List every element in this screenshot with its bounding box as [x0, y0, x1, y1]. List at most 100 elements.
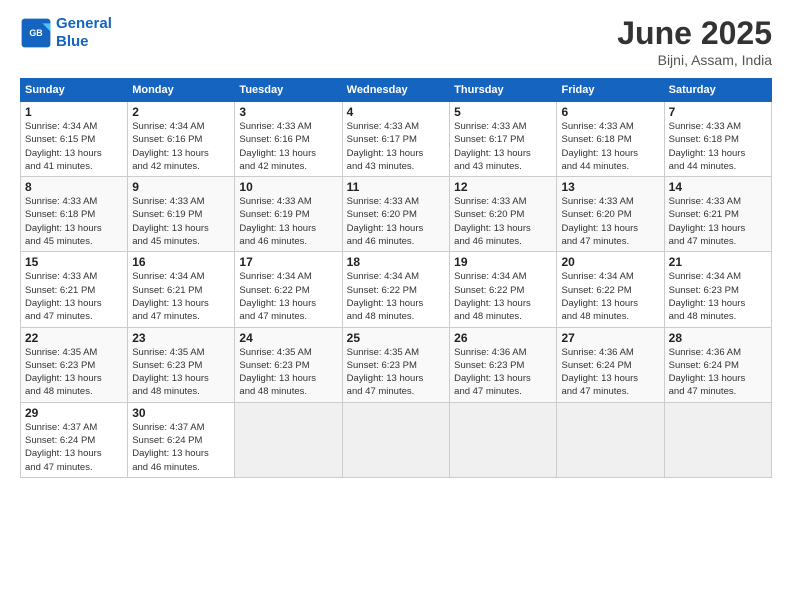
calendar-cell: 13 Sunrise: 4:33 AM Sunset: 6:20 PM Dayl… — [557, 177, 664, 252]
calendar-cell: 16 Sunrise: 4:34 AM Sunset: 6:21 PM Dayl… — [128, 252, 235, 327]
calendar-cell: 24 Sunrise: 4:35 AM Sunset: 6:23 PM Dayl… — [235, 327, 342, 402]
day-info: Sunrise: 4:33 AM Sunset: 6:18 PM Dayligh… — [25, 195, 123, 248]
location: Bijni, Assam, India — [617, 52, 772, 68]
logo-line1: General — [56, 15, 112, 32]
header-friday: Friday — [557, 79, 664, 102]
day-number: 1 — [25, 105, 123, 119]
day-info: Sunrise: 4:34 AM Sunset: 6:16 PM Dayligh… — [132, 120, 230, 173]
day-number: 24 — [239, 331, 337, 345]
day-number: 3 — [239, 105, 337, 119]
day-info: Sunrise: 4:33 AM Sunset: 6:18 PM Dayligh… — [669, 120, 767, 173]
logo: GB General Blue — [20, 15, 112, 51]
page: GB General Blue June 2025 Bijni, Assam, … — [0, 0, 792, 612]
calendar-cell — [664, 402, 771, 477]
day-info: Sunrise: 4:36 AM Sunset: 6:23 PM Dayligh… — [454, 346, 552, 399]
calendar-cell: 29 Sunrise: 4:37 AM Sunset: 6:24 PM Dayl… — [21, 402, 128, 477]
day-number: 4 — [347, 105, 445, 119]
day-number: 10 — [239, 180, 337, 194]
day-info: Sunrise: 4:37 AM Sunset: 6:24 PM Dayligh… — [132, 421, 230, 474]
day-number: 14 — [669, 180, 767, 194]
day-number: 23 — [132, 331, 230, 345]
svg-text:GB: GB — [29, 28, 42, 38]
day-number: 19 — [454, 255, 552, 269]
calendar-cell: 25 Sunrise: 4:35 AM Sunset: 6:23 PM Dayl… — [342, 327, 449, 402]
day-info: Sunrise: 4:34 AM Sunset: 6:22 PM Dayligh… — [454, 270, 552, 323]
day-number: 11 — [347, 180, 445, 194]
calendar-cell: 7 Sunrise: 4:33 AM Sunset: 6:18 PM Dayli… — [664, 102, 771, 177]
calendar-cell: 12 Sunrise: 4:33 AM Sunset: 6:20 PM Dayl… — [450, 177, 557, 252]
month-year: June 2025 — [617, 15, 772, 52]
logo-line2: Blue — [56, 33, 89, 50]
week-row-4: 22 Sunrise: 4:35 AM Sunset: 6:23 PM Dayl… — [21, 327, 772, 402]
calendar-cell: 27 Sunrise: 4:36 AM Sunset: 6:24 PM Dayl… — [557, 327, 664, 402]
day-number: 27 — [561, 331, 659, 345]
day-number: 7 — [669, 105, 767, 119]
calendar-cell — [557, 402, 664, 477]
header-saturday: Saturday — [664, 79, 771, 102]
day-number: 25 — [347, 331, 445, 345]
calendar-cell: 10 Sunrise: 4:33 AM Sunset: 6:19 PM Dayl… — [235, 177, 342, 252]
header: GB General Blue June 2025 Bijni, Assam, … — [20, 15, 772, 68]
day-info: Sunrise: 4:33 AM Sunset: 6:19 PM Dayligh… — [132, 195, 230, 248]
day-number: 2 — [132, 105, 230, 119]
day-info: Sunrise: 4:33 AM Sunset: 6:19 PM Dayligh… — [239, 195, 337, 248]
calendar-header-row: Sunday Monday Tuesday Wednesday Thursday… — [21, 79, 772, 102]
header-sunday: Sunday — [21, 79, 128, 102]
calendar-cell: 4 Sunrise: 4:33 AM Sunset: 6:17 PM Dayli… — [342, 102, 449, 177]
calendar-cell: 2 Sunrise: 4:34 AM Sunset: 6:16 PM Dayli… — [128, 102, 235, 177]
calendar-cell: 19 Sunrise: 4:34 AM Sunset: 6:22 PM Dayl… — [450, 252, 557, 327]
calendar-cell — [450, 402, 557, 477]
calendar-cell: 5 Sunrise: 4:33 AM Sunset: 6:17 PM Dayli… — [450, 102, 557, 177]
day-number: 6 — [561, 105, 659, 119]
day-number: 8 — [25, 180, 123, 194]
calendar-cell: 15 Sunrise: 4:33 AM Sunset: 6:21 PM Dayl… — [21, 252, 128, 327]
day-info: Sunrise: 4:37 AM Sunset: 6:24 PM Dayligh… — [25, 421, 123, 474]
day-info: Sunrise: 4:34 AM Sunset: 6:22 PM Dayligh… — [561, 270, 659, 323]
day-info: Sunrise: 4:35 AM Sunset: 6:23 PM Dayligh… — [239, 346, 337, 399]
day-info: Sunrise: 4:34 AM Sunset: 6:22 PM Dayligh… — [239, 270, 337, 323]
day-info: Sunrise: 4:34 AM Sunset: 6:15 PM Dayligh… — [25, 120, 123, 173]
day-info: Sunrise: 4:33 AM Sunset: 6:21 PM Dayligh… — [669, 195, 767, 248]
day-number: 9 — [132, 180, 230, 194]
week-row-2: 8 Sunrise: 4:33 AM Sunset: 6:18 PM Dayli… — [21, 177, 772, 252]
day-info: Sunrise: 4:33 AM Sunset: 6:21 PM Dayligh… — [25, 270, 123, 323]
day-info: Sunrise: 4:33 AM Sunset: 6:17 PM Dayligh… — [454, 120, 552, 173]
day-info: Sunrise: 4:34 AM Sunset: 6:23 PM Dayligh… — [669, 270, 767, 323]
day-info: Sunrise: 4:33 AM Sunset: 6:20 PM Dayligh… — [454, 195, 552, 248]
header-monday: Monday — [128, 79, 235, 102]
logo-icon: GB — [20, 17, 52, 49]
day-number: 5 — [454, 105, 552, 119]
day-info: Sunrise: 4:33 AM Sunset: 6:20 PM Dayligh… — [561, 195, 659, 248]
day-info: Sunrise: 4:33 AM Sunset: 6:18 PM Dayligh… — [561, 120, 659, 173]
day-number: 16 — [132, 255, 230, 269]
day-info: Sunrise: 4:35 AM Sunset: 6:23 PM Dayligh… — [25, 346, 123, 399]
week-row-1: 1 Sunrise: 4:34 AM Sunset: 6:15 PM Dayli… — [21, 102, 772, 177]
logo-text: General Blue — [56, 15, 112, 51]
calendar-cell: 6 Sunrise: 4:33 AM Sunset: 6:18 PM Dayli… — [557, 102, 664, 177]
day-number: 20 — [561, 255, 659, 269]
calendar-cell — [235, 402, 342, 477]
day-number: 21 — [669, 255, 767, 269]
calendar-cell: 8 Sunrise: 4:33 AM Sunset: 6:18 PM Dayli… — [21, 177, 128, 252]
day-number: 13 — [561, 180, 659, 194]
calendar-cell: 28 Sunrise: 4:36 AM Sunset: 6:24 PM Dayl… — [664, 327, 771, 402]
calendar-cell: 3 Sunrise: 4:33 AM Sunset: 6:16 PM Dayli… — [235, 102, 342, 177]
day-info: Sunrise: 4:36 AM Sunset: 6:24 PM Dayligh… — [561, 346, 659, 399]
week-row-5: 29 Sunrise: 4:37 AM Sunset: 6:24 PM Dayl… — [21, 402, 772, 477]
day-info: Sunrise: 4:36 AM Sunset: 6:24 PM Dayligh… — [669, 346, 767, 399]
day-number: 15 — [25, 255, 123, 269]
calendar-cell: 11 Sunrise: 4:33 AM Sunset: 6:20 PM Dayl… — [342, 177, 449, 252]
header-tuesday: Tuesday — [235, 79, 342, 102]
day-number: 12 — [454, 180, 552, 194]
calendar-cell: 9 Sunrise: 4:33 AM Sunset: 6:19 PM Dayli… — [128, 177, 235, 252]
day-info: Sunrise: 4:34 AM Sunset: 6:21 PM Dayligh… — [132, 270, 230, 323]
header-wednesday: Wednesday — [342, 79, 449, 102]
calendar-cell: 21 Sunrise: 4:34 AM Sunset: 6:23 PM Dayl… — [664, 252, 771, 327]
day-number: 17 — [239, 255, 337, 269]
day-info: Sunrise: 4:33 AM Sunset: 6:16 PM Dayligh… — [239, 120, 337, 173]
day-number: 26 — [454, 331, 552, 345]
calendar-cell: 23 Sunrise: 4:35 AM Sunset: 6:23 PM Dayl… — [128, 327, 235, 402]
title-block: June 2025 Bijni, Assam, India — [617, 15, 772, 68]
day-info: Sunrise: 4:35 AM Sunset: 6:23 PM Dayligh… — [132, 346, 230, 399]
calendar-cell: 17 Sunrise: 4:34 AM Sunset: 6:22 PM Dayl… — [235, 252, 342, 327]
